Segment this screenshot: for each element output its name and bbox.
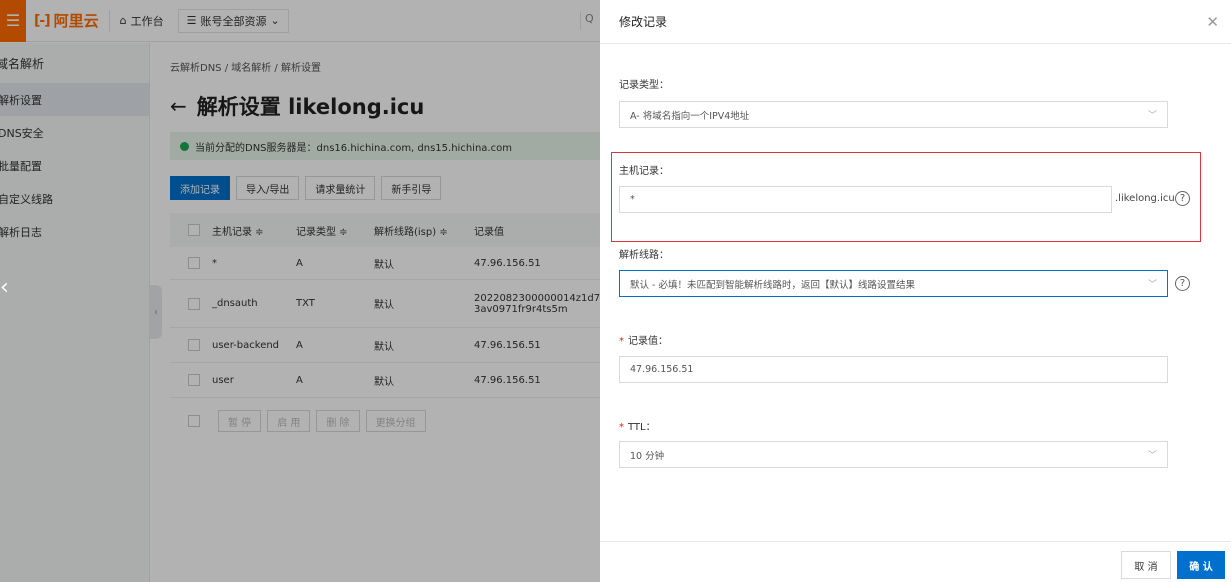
confirm-button[interactable]: 确 认 <box>1177 551 1225 579</box>
chevron-down-icon: ﹀ <box>1147 451 1157 461</box>
record-type-label: 记录类型： <box>619 80 669 91</box>
ttl-label-text: TTL： <box>628 422 656 433</box>
resolution-line-select[interactable]: 默认 - 必填！未匹配到智能解析线路时，返回【默认】线路设置结果 ﹀ <box>619 270 1168 297</box>
domain-suffix: .likelong.icu <box>1115 193 1175 204</box>
close-icon[interactable]: ✕ <box>1206 13 1219 31</box>
drawer-title: 修改记录 <box>619 15 668 29</box>
help-icon[interactable]: ? <box>1175 191 1190 206</box>
drawer-footer: 取 消 确 认 <box>600 541 1231 582</box>
cancel-button[interactable]: 取 消 <box>1121 551 1171 579</box>
record-value-input[interactable]: 47.96.156.51 <box>619 356 1168 383</box>
help-icon[interactable]: ? <box>1175 276 1190 291</box>
chevron-down-icon: ﹀ <box>1147 280 1157 290</box>
record-value-label-text: 记录值： <box>628 336 668 347</box>
record-type-select[interactable]: A- 将域名指向一个IPV4地址 ﹀ <box>619 101 1168 128</box>
host-record-value: * <box>630 194 635 205</box>
line-value: 默认 - 必填！未匹配到智能解析线路时，返回【默认】线路设置结果 <box>630 279 915 291</box>
record-value-label: * 记录值： <box>619 332 668 347</box>
ttl-label: * TTL： <box>619 418 656 433</box>
drawer-header: 修改记录 ✕ <box>600 0 1231 44</box>
record-value-value: 47.96.156.51 <box>630 364 694 375</box>
modal-backdrop[interactable] <box>0 0 600 582</box>
required-asterisk: * <box>619 422 624 433</box>
record-type-value: A- 将域名指向一个IPV4地址 <box>630 110 750 122</box>
line-label: 解析线路： <box>619 250 669 261</box>
required-asterisk: * <box>619 336 624 347</box>
chevron-left-icon[interactable]: ‹ <box>0 275 9 300</box>
ttl-value: 10 分钟 <box>630 450 665 462</box>
host-record-label: 主机记录： <box>619 166 669 177</box>
ttl-select[interactable]: 10 分钟 ﹀ <box>619 441 1168 468</box>
host-record-input[interactable]: * <box>619 186 1112 213</box>
chevron-down-icon: ﹀ <box>1147 111 1157 121</box>
